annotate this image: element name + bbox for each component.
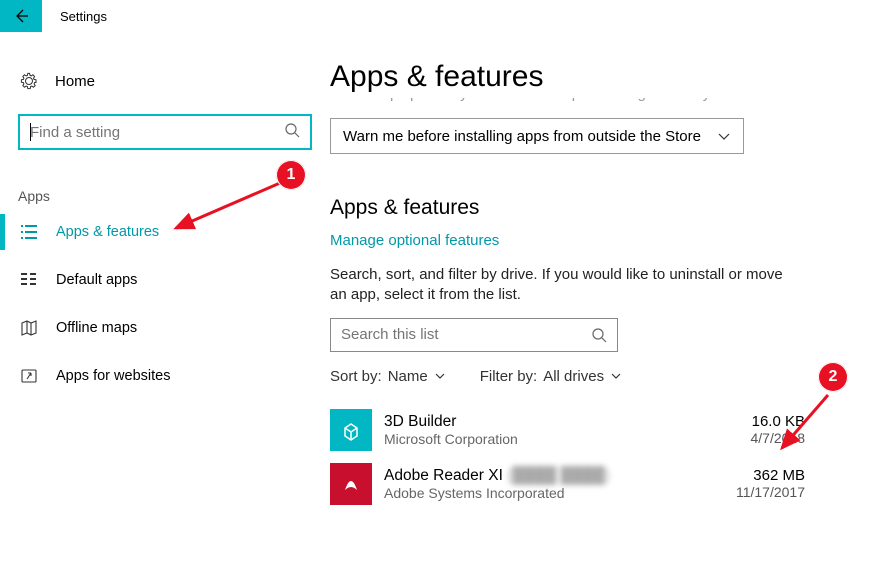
section-heading: Apps & features	[330, 196, 846, 220]
chevron-down-icon	[610, 370, 622, 382]
clipped-text: Store helps protect your PC and keep it …	[330, 98, 846, 110]
link-icon	[18, 367, 40, 385]
section-label: Apps	[18, 188, 330, 204]
app-row[interactable]: Adobe Reader XI (████ ████) Adobe System…	[330, 463, 805, 505]
app-date: 4/7/2018	[751, 430, 806, 446]
home-nav[interactable]: Home	[0, 60, 330, 102]
search-icon	[284, 122, 300, 143]
sort-label: Sort by:	[330, 368, 382, 385]
back-button[interactable]	[0, 0, 42, 32]
sidebar-item-default-apps[interactable]: Default apps	[0, 256, 330, 304]
home-label: Home	[55, 73, 95, 90]
chevron-down-icon	[717, 129, 731, 143]
select-value: Warn me before installing apps from outs…	[343, 128, 701, 145]
nav-label: Offline maps	[56, 320, 137, 336]
app-row[interactable]: 3D Builder Microsoft Corporation 16.0 KB…	[330, 409, 805, 451]
arrow-left-icon	[13, 8, 29, 24]
filter-value: All drives	[543, 368, 604, 385]
map-icon	[18, 319, 40, 337]
window-title: Settings	[60, 9, 107, 24]
filter-label: Filter by:	[480, 368, 538, 385]
sidebar: Home Apps Apps & features Default apps	[0, 32, 330, 505]
sidebar-item-apps-websites[interactable]: Apps for websites	[0, 352, 330, 400]
manage-optional-features-link[interactable]: Manage optional features	[330, 232, 846, 249]
search-icon	[591, 327, 607, 343]
content: Apps & features Store helps protect your…	[330, 32, 878, 505]
redacted-text: (████ ████)	[507, 467, 609, 485]
app-size: 362 MB	[736, 467, 805, 484]
app-date: 11/17/2017	[736, 484, 805, 500]
install-source-select[interactable]: Warn me before installing apps from outs…	[330, 118, 744, 154]
app-name: Adobe Reader XI (████ ████)	[384, 467, 736, 485]
app-name: 3D Builder	[384, 413, 751, 431]
titlebar: Settings	[0, 0, 878, 32]
app-publisher: Microsoft Corporation	[384, 431, 751, 447]
nav-label: Default apps	[56, 272, 137, 288]
annotation-badge-1: 1	[276, 160, 306, 190]
annotation-badge-2: 2	[818, 362, 848, 392]
search-apps[interactable]	[330, 318, 618, 352]
filter-by-control[interactable]: Filter by: All drives	[480, 368, 622, 385]
sidebar-item-apps-features[interactable]: Apps & features	[0, 208, 330, 256]
app-icon-3d-builder	[330, 409, 372, 451]
list-icon	[18, 223, 40, 241]
gear-icon	[18, 71, 40, 91]
defaults-icon	[18, 271, 40, 289]
sort-by-control[interactable]: Sort by: Name	[330, 368, 446, 385]
search-settings-input[interactable]	[30, 124, 300, 141]
nav-label: Apps & features	[56, 224, 159, 240]
sidebar-item-offline-maps[interactable]: Offline maps	[0, 304, 330, 352]
search-apps-input[interactable]	[341, 326, 607, 343]
chevron-down-icon	[434, 370, 446, 382]
app-icon-adobe-reader	[330, 463, 372, 505]
app-size: 16.0 KB	[751, 413, 806, 430]
section-description: Search, sort, and filter by drive. If yo…	[330, 265, 790, 306]
app-publisher: Adobe Systems Incorporated	[384, 485, 736, 501]
search-settings[interactable]	[18, 114, 312, 150]
nav-label: Apps for websites	[56, 368, 170, 384]
sort-value: Name	[388, 368, 428, 385]
page-title: Apps & features	[330, 60, 846, 94]
